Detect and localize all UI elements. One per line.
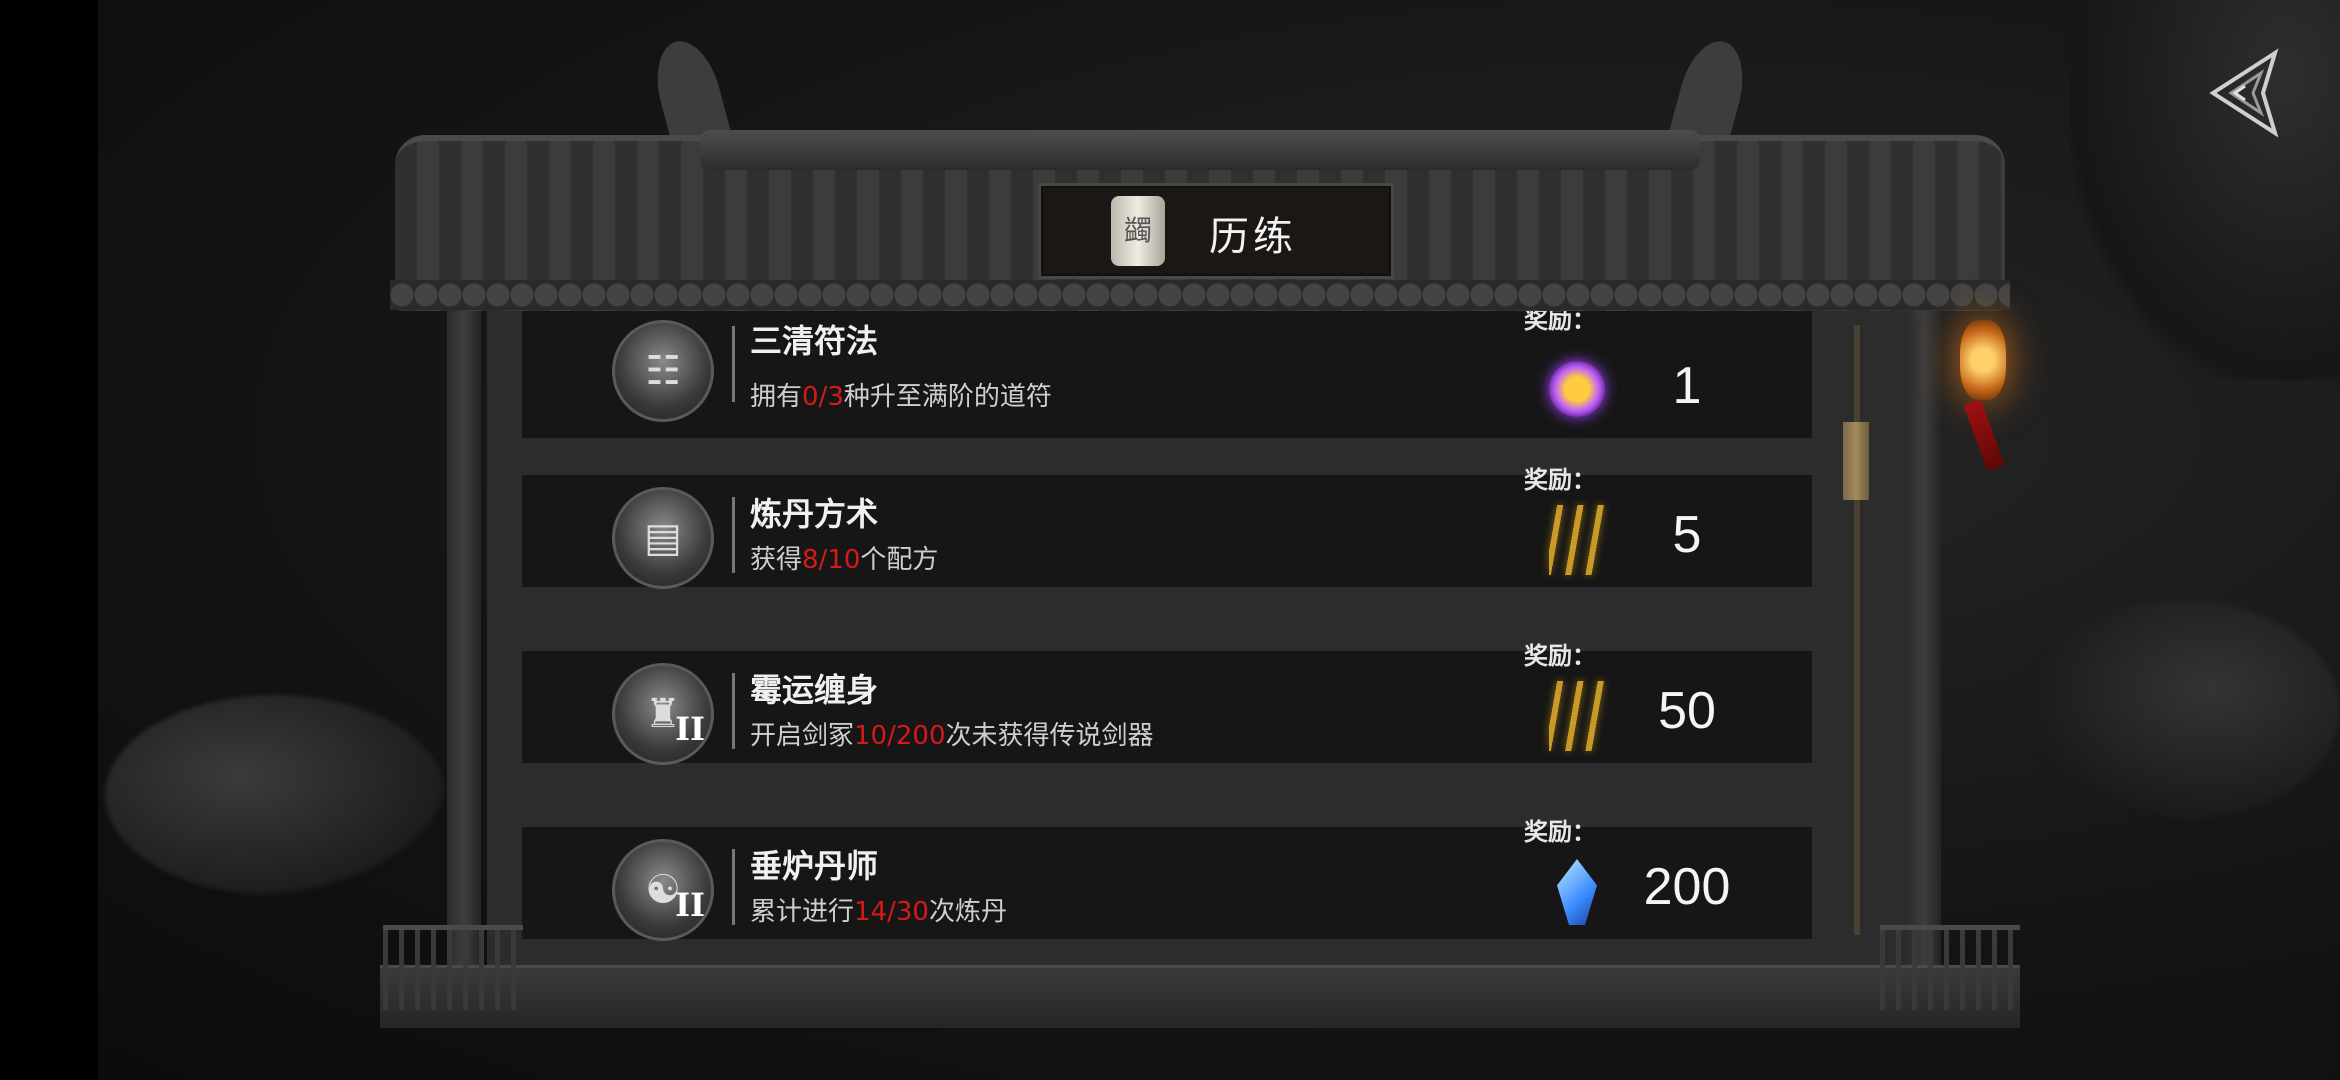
alchemy-book-icon: ▤ xyxy=(612,487,714,589)
page-title: 历练 xyxy=(1209,214,1297,260)
tier-badge: II xyxy=(675,886,705,924)
item-title: 三清符法 xyxy=(750,322,879,360)
title-plaque: 蠲 历练 xyxy=(1038,183,1394,279)
golden-arrows-icon xyxy=(1542,505,1612,575)
item-desc: 开启剑冢10/200次未获得传说剑器 xyxy=(750,715,1154,752)
desc-suffix: 个配方 xyxy=(860,545,939,575)
divider xyxy=(732,326,735,402)
reward-label: 奖励： xyxy=(1524,818,1596,846)
roof-eave xyxy=(390,280,2010,310)
reward-value: 200 xyxy=(1643,858,1731,916)
desc-prefix: 累计进行 xyxy=(750,897,855,927)
rock-left xyxy=(105,695,445,895)
purple-orb-icon xyxy=(1542,354,1612,424)
desc-suffix: 种升至满阶的道符 xyxy=(843,382,1052,412)
desc-prefix: 拥有 xyxy=(750,382,803,412)
item-desc: 获得8/10个配方 xyxy=(750,539,938,576)
desc-prefix: 获得 xyxy=(750,545,803,575)
reward-value: 50 xyxy=(1658,682,1716,740)
desc-suffix: 次炼丹 xyxy=(928,897,1007,927)
row-icon-glyph: ☷ xyxy=(645,348,681,394)
progress-text: 0/3 xyxy=(802,382,844,412)
blue-crystal-icon xyxy=(1542,857,1612,927)
sword-tomb-icon: ♜ II xyxy=(612,663,714,765)
divider xyxy=(732,673,735,749)
reward-label: 奖励： xyxy=(1524,466,1596,494)
list-item[interactable]: 奖励： ☷ 三清符法 拥有0/3种升至满阶的道符 1 xyxy=(522,310,1812,438)
furnace-icon: ☯ II xyxy=(612,839,714,941)
item-title: 霉运缠身 xyxy=(750,671,879,709)
pillar-right xyxy=(1907,300,1941,1000)
fence-left xyxy=(383,925,523,1010)
desc-suffix: 次未获得传说剑器 xyxy=(945,721,1154,751)
list-item[interactable]: 奖励： ▤ 炼丹方术 获得8/10个配方 5 xyxy=(522,466,1812,589)
progress-text: 14/30 xyxy=(854,897,929,927)
reward-value: 5 xyxy=(1672,506,1702,564)
item-desc: 累计进行14/30次炼丹 xyxy=(750,891,1007,928)
divider xyxy=(732,849,735,925)
reward-value: 1 xyxy=(1672,357,1702,415)
achievement-list[interactable]: 奖励： ☷ 三清符法 拥有0/3种升至满阶的道符 1 奖励： ▤ 炼丹方术 获得… xyxy=(487,310,1907,970)
scrollbar-track[interactable] xyxy=(1854,325,1860,935)
item-desc: 拥有0/3种升至满阶的道符 xyxy=(750,376,1052,413)
roof-ridge xyxy=(700,130,1700,170)
rock-right xyxy=(2020,600,2340,820)
progress-text: 10/200 xyxy=(854,721,946,751)
item-title: 炼丹方术 xyxy=(750,495,879,533)
floor-beam xyxy=(380,965,2020,1028)
tier-badge: II xyxy=(675,710,705,748)
reward-label: 奖励： xyxy=(1524,310,1596,334)
row-icon-glyph: ▤ xyxy=(644,515,682,561)
desc-prefix: 开启剑冢 xyxy=(750,721,855,751)
talisman-icon: ☷ xyxy=(612,320,714,422)
back-arrow-icon xyxy=(2209,48,2279,138)
scroll-icon: 蠲 xyxy=(1111,196,1165,266)
scrollbar-thumb[interactable] xyxy=(1843,422,1869,500)
pillar-left xyxy=(447,300,481,1000)
lantern-icon xyxy=(1960,320,2006,400)
back-button[interactable] xyxy=(2205,48,2283,138)
list-item[interactable]: 奖励： ♜ II 霉运缠身 开启剑冢10/200次未获得传说剑器 50 xyxy=(522,642,1812,765)
fence-right xyxy=(1880,925,2020,1010)
divider xyxy=(732,497,735,573)
progress-text: 8/10 xyxy=(802,545,861,575)
reward-label: 奖励： xyxy=(1524,642,1596,670)
list-item[interactable]: 奖励： ☯ II 垂炉丹师 累计进行14/30次炼丹 200 xyxy=(522,818,1812,941)
left-black-bar xyxy=(0,0,98,1080)
item-title: 垂炉丹师 xyxy=(750,847,879,885)
golden-arrows-icon xyxy=(1542,681,1612,751)
